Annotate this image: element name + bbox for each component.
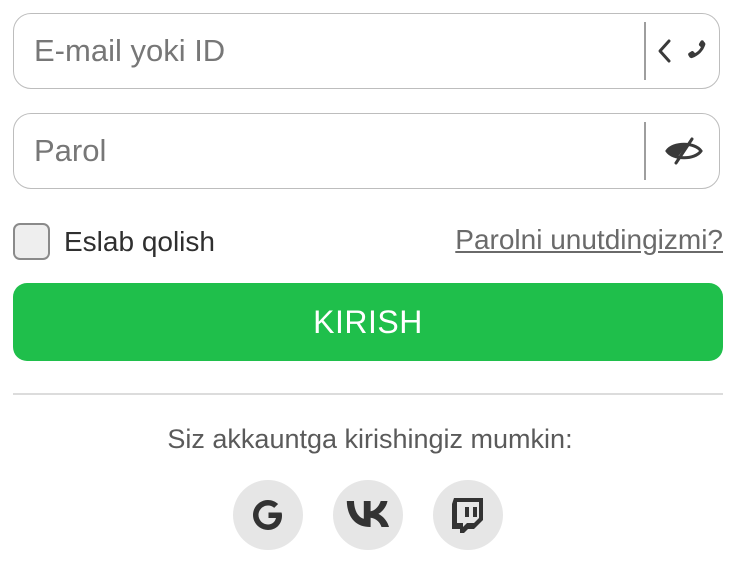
remember-checkbox[interactable] bbox=[13, 223, 50, 260]
remember-row: Eslab qolish Parolni unutdingizmi? bbox=[13, 222, 723, 264]
twitch-icon bbox=[452, 498, 483, 533]
social-login-caption: Siz akkauntga kirishingiz mumkin: bbox=[167, 424, 573, 454]
email-field-container bbox=[13, 13, 720, 89]
vk-icon bbox=[346, 501, 389, 527]
remember-label: Eslab qolish bbox=[64, 226, 215, 257]
email-input[interactable] bbox=[14, 14, 634, 88]
google-login-button[interactable] bbox=[233, 480, 303, 550]
social-login-row bbox=[233, 480, 505, 550]
vk-login-button[interactable] bbox=[333, 480, 403, 550]
divider bbox=[13, 393, 723, 395]
password-field-container bbox=[13, 113, 720, 189]
phone-switch-icon[interactable] bbox=[646, 14, 721, 88]
twitch-login-button[interactable] bbox=[433, 480, 503, 550]
password-input[interactable] bbox=[14, 114, 634, 188]
forgot-password-link[interactable]: Parolni unutdingizmi? bbox=[455, 222, 723, 258]
google-icon bbox=[253, 500, 282, 530]
login-button[interactable]: KIRISH bbox=[13, 283, 723, 361]
eye-slash-icon[interactable] bbox=[646, 114, 721, 188]
